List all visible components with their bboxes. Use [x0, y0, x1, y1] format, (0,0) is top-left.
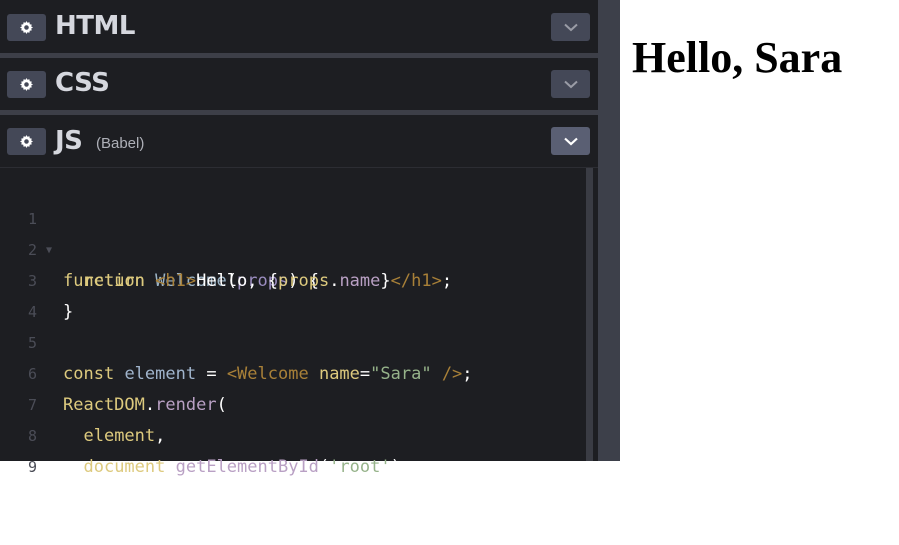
code-text: ReactDOM.render(	[63, 395, 227, 415]
html-collapse-button[interactable]	[551, 13, 590, 41]
chevron-down-icon	[563, 23, 578, 31]
css-panel-title: CSS	[55, 68, 110, 98]
panel-divider[interactable]	[0, 110, 598, 115]
css-collapse-button[interactable]	[551, 70, 590, 98]
js-collapse-button[interactable]	[551, 127, 590, 155]
line-number: 9	[27, 458, 37, 476]
chevron-down-icon	[563, 137, 578, 145]
code-line: 8 document.getElementById('root')	[0, 390, 401, 477]
code-line: 5 const element = <Welcome name="Sara" /…	[0, 297, 473, 384]
css-settings-button[interactable]	[7, 71, 46, 98]
gear-icon	[20, 78, 33, 91]
code-scrollbar[interactable]	[586, 168, 593, 461]
chevron-down-icon	[563, 80, 578, 88]
code-line: 9 );	[0, 421, 84, 508]
code-line: 6 ReactDOM.render(	[0, 328, 227, 415]
js-code-area[interactable]: 1 ▼ function Welcome(props) { 2 return <…	[0, 168, 598, 508]
gear-icon	[20, 135, 33, 148]
code-editor: HTML CSS JS (Babel) 1 ▼ function Welcome…	[0, 0, 598, 508]
js-panel-preprocessor: (Babel)	[96, 135, 145, 152]
html-panel-header[interactable]: HTML	[0, 0, 598, 53]
code-text: const element = <Welcome name="Sara" />;	[63, 364, 473, 384]
code-line: 7 element,	[0, 359, 165, 446]
code-line: 2 return <h1>Hello, {props.name}</h1>;	[0, 204, 452, 291]
code-line: 1 ▼ function Welcome(props) {	[0, 173, 586, 291]
preview-heading: Hello, Sara	[632, 33, 843, 82]
resize-gutter[interactable]	[598, 0, 620, 461]
js-panel-title: JS	[55, 126, 83, 156]
code-text: );	[63, 488, 84, 508]
html-panel-title: HTML	[55, 11, 135, 41]
js-settings-button[interactable]	[7, 128, 46, 155]
code-text: document.getElementById('root')	[83, 457, 401, 477]
html-settings-button[interactable]	[7, 14, 46, 41]
js-panel-header[interactable]: JS (Babel)	[0, 116, 598, 168]
code-text: }	[63, 302, 74, 322]
code-line: 3 }	[0, 235, 73, 322]
code-text: element,	[83, 426, 166, 446]
code-line: 4	[0, 266, 61, 321]
code-text: return <h1>Hello, {props.name}</h1>;	[83, 271, 453, 291]
gear-icon	[20, 21, 33, 34]
css-panel-header[interactable]: CSS	[0, 58, 598, 110]
